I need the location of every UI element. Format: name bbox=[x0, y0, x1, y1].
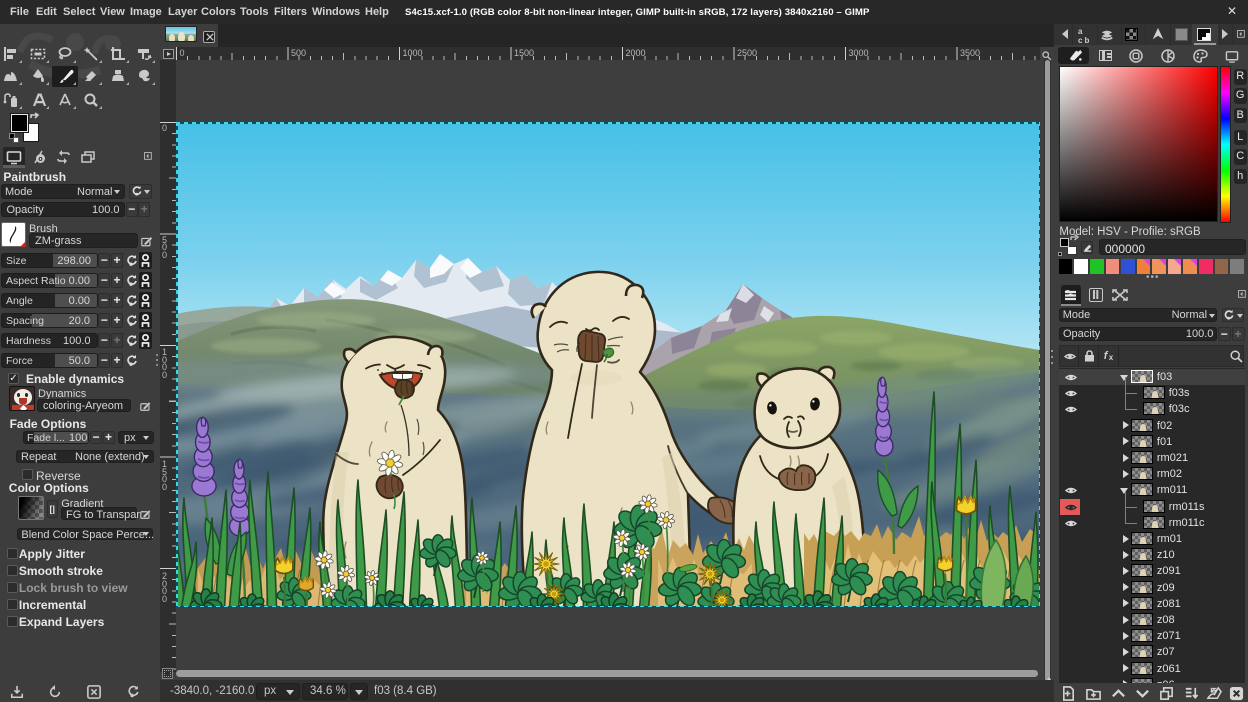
svg-text:o: o bbox=[38, 156, 42, 163]
